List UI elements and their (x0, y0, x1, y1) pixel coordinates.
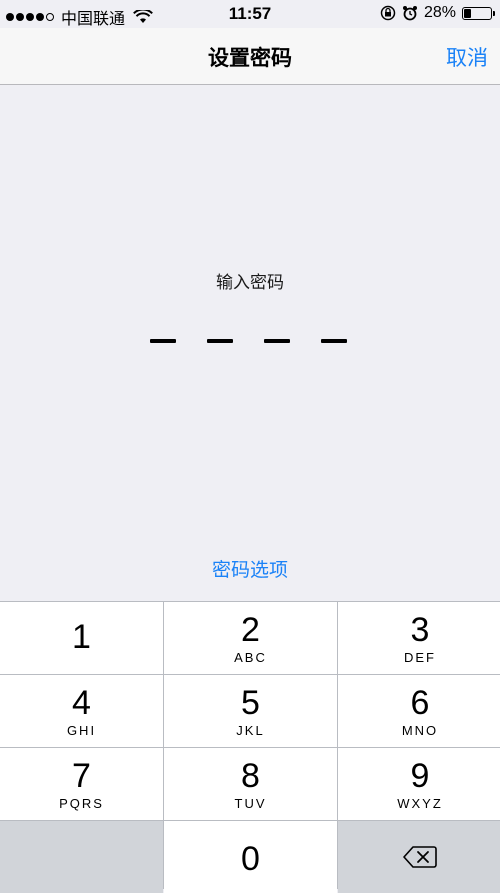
key-3[interactable]: 3 DEF (338, 602, 500, 674)
key-blank (0, 821, 163, 893)
key-digit: 2 (241, 610, 260, 649)
key-4[interactable]: 4 GHI (0, 675, 163, 747)
key-1[interactable]: 1 (0, 602, 163, 674)
passcode-options-link[interactable]: 密码选项 (0, 555, 500, 582)
key-letters: ABC (234, 649, 267, 665)
key-letters: TUV (234, 795, 267, 811)
navigation-bar: 设置密码 取消 (0, 28, 500, 85)
key-digit: 6 (410, 683, 430, 722)
key-letters: MNO (401, 722, 439, 738)
delete-button[interactable] (338, 821, 500, 893)
passcode-digit-placeholder (321, 339, 347, 343)
key-digit: 1 (72, 618, 91, 656)
key-digit: 5 (241, 683, 260, 722)
key-9[interactable]: 9 WXYZ (338, 748, 500, 820)
battery-icon (462, 6, 495, 20)
key-letters: WXYZ (397, 795, 443, 811)
rotation-lock-icon (380, 5, 396, 21)
alarm-clock-icon (402, 6, 417, 21)
key-letters: DEF (404, 649, 436, 665)
status-bar: 中国联通 11:57 28% (0, 0, 500, 28)
passcode-digit-placeholder (150, 339, 176, 343)
battery-percent: 28% (423, 4, 456, 21)
key-digit: 4 (72, 683, 91, 722)
key-digit: 3 (410, 610, 430, 649)
key-2[interactable]: 2 ABC (164, 602, 337, 674)
key-digit: 9 (410, 756, 430, 795)
key-letters: PQRS (59, 795, 104, 811)
key-5[interactable]: 5 JKL (164, 675, 337, 747)
passcode-digit-placeholder (264, 339, 290, 343)
key-8[interactable]: 8 TUV (164, 748, 337, 820)
passcode-digit-placeholder (207, 339, 233, 343)
battery-fill (464, 8, 471, 18)
page-title: 设置密码 (208, 47, 292, 70)
cancel-button[interactable]: 取消 (446, 42, 488, 72)
key-digit: 7 (72, 756, 91, 795)
key-digit: 0 (241, 840, 260, 878)
key-6[interactable]: 6 MNO (338, 675, 500, 747)
key-0[interactable]: 0 (164, 821, 337, 893)
status-right: 28% (380, 4, 495, 22)
delete-backspace-icon (403, 846, 437, 868)
passcode-prompt: 输入密码 (216, 273, 284, 292)
numeric-keypad: 1 2 ABC 3 DEF 4 GHI 5 JKL 6 MNO 7 PQRS 8… (0, 601, 500, 893)
key-letters: GHI (66, 722, 97, 738)
passcode-field[interactable] (150, 333, 350, 353)
key-7[interactable]: 7 PQRS (0, 748, 163, 820)
key-letters: JKL (236, 722, 265, 738)
key-digit: 8 (241, 756, 260, 795)
